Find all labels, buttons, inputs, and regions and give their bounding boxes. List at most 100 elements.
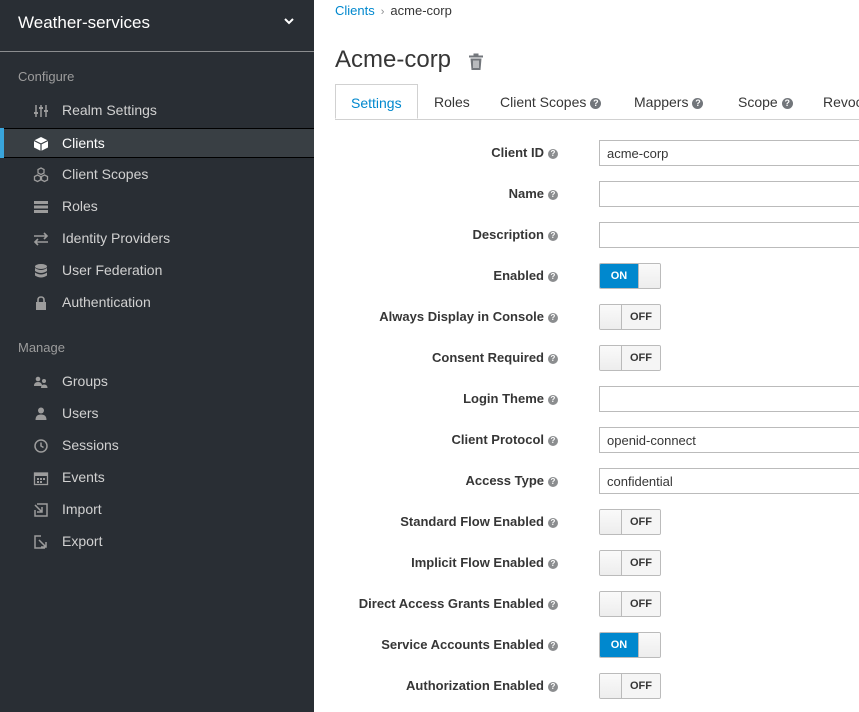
consent-required-toggle[interactable]: OFF (599, 345, 661, 371)
tab-scope[interactable]: Scope? (738, 84, 793, 119)
name-input[interactable] (599, 181, 859, 207)
sidebar-item-realm-settings[interactable]: Realm Settings (0, 96, 314, 126)
help-icon[interactable]: ? (548, 190, 558, 200)
authorization-toggle[interactable]: OFF (599, 673, 661, 699)
sidebar-item-label: Identity Providers (62, 230, 171, 246)
help-icon[interactable]: ? (548, 641, 558, 651)
client-id-input[interactable] (599, 140, 859, 166)
breadcrumb: Clients › acme-corp (335, 3, 452, 18)
tab-settings[interactable]: Settings (335, 84, 418, 119)
tab-revocation[interactable]: Revocation (823, 84, 859, 119)
realm-name: Weather-services (18, 13, 150, 32)
enabled-toggle[interactable]: ON (599, 263, 661, 289)
tab-label: Revocation (823, 94, 859, 110)
sidebar: Weather-services Configure Realm Setting… (0, 0, 314, 712)
sidebar-item-groups[interactable]: Groups (0, 367, 314, 397)
clock-icon (34, 439, 48, 453)
toggle-state: OFF (622, 305, 660, 329)
sidebar-item-label: User Federation (62, 262, 163, 278)
toggle-state: OFF (622, 510, 660, 534)
help-icon[interactable]: ? (548, 231, 558, 241)
toggle-knob (600, 674, 622, 698)
sidebar-item-label: Users (62, 405, 99, 421)
section-label-manage: Manage (18, 340, 65, 355)
sidebar-item-label: Clients (62, 135, 105, 151)
implicit-flow-toggle[interactable]: OFF (599, 550, 661, 576)
help-icon[interactable]: ? (548, 600, 558, 610)
sidebar-item-user-federation[interactable]: User Federation (0, 256, 314, 286)
label-client-id: Client ID? (491, 145, 558, 160)
help-icon[interactable]: ? (692, 98, 704, 109)
tab-mappers[interactable]: Mappers? (634, 84, 704, 119)
users-icon (34, 376, 48, 388)
sidebar-item-export[interactable]: Export (0, 527, 314, 557)
direct-access-toggle[interactable]: OFF (599, 591, 661, 617)
tab-client-scopes[interactable]: Client Scopes? (500, 84, 602, 119)
sidebar-item-label: Client Scopes (62, 166, 149, 182)
sidebar-item-label: Authentication (62, 294, 151, 310)
sidebar-item-label: Import (62, 501, 102, 517)
sidebar-item-users[interactable]: Users (0, 399, 314, 429)
tab-label: Settings (351, 95, 402, 111)
help-icon[interactable]: ? (548, 682, 558, 692)
tab-label: Mappers (634, 94, 689, 110)
sidebar-item-roles[interactable]: Roles (0, 192, 314, 222)
toggle-knob (600, 346, 622, 370)
sidebar-item-sessions[interactable]: Sessions (0, 431, 314, 461)
sidebar-item-events[interactable]: Events (0, 463, 314, 493)
help-icon[interactable]: ? (781, 98, 793, 109)
help-icon[interactable]: ? (548, 436, 558, 446)
import-icon (34, 503, 48, 517)
calendar-icon (33, 472, 49, 486)
help-icon[interactable]: ? (548, 313, 558, 323)
label-client-protocol: Client Protocol? (452, 432, 558, 447)
label-name: Name? (509, 186, 558, 201)
label-implicit-flow: Implicit Flow Enabled? (411, 555, 558, 570)
always-display-toggle[interactable]: OFF (599, 304, 661, 330)
help-icon[interactable]: ? (590, 98, 602, 109)
label-direct-access: Direct Access Grants Enabled? (359, 596, 558, 611)
sidebar-item-label: Events (62, 469, 105, 485)
client-protocol-select[interactable] (599, 427, 859, 453)
help-icon[interactable]: ? (548, 395, 558, 405)
help-icon[interactable]: ? (548, 149, 558, 159)
access-type-select[interactable] (599, 468, 859, 494)
label-enabled: Enabled? (493, 268, 558, 283)
sidebar-item-client-scopes[interactable]: Client Scopes (0, 160, 314, 190)
section-label-configure: Configure (18, 69, 75, 84)
sidebar-item-authentication[interactable]: Authentication (0, 288, 314, 318)
toggle-state: OFF (622, 592, 660, 616)
label-standard-flow: Standard Flow Enabled? (400, 514, 558, 529)
help-icon[interactable]: ? (548, 559, 558, 569)
toggle-state: OFF (622, 551, 660, 575)
label-always-display: Always Display in Console? (379, 309, 558, 324)
database-icon (35, 264, 47, 278)
help-icon[interactable]: ? (548, 272, 558, 282)
sidebar-item-clients[interactable]: Clients (0, 128, 314, 158)
cube-icon (33, 137, 49, 151)
chevron-down-icon (284, 18, 294, 25)
description-input[interactable] (599, 222, 859, 248)
label-service-accounts: Service Accounts Enabled? (381, 637, 558, 652)
sidebar-item-identity-providers[interactable]: Identity Providers (0, 224, 314, 254)
standard-flow-toggle[interactable]: OFF (599, 509, 661, 535)
breadcrumb-link-clients[interactable]: Clients (335, 3, 375, 18)
trash-icon[interactable] (468, 53, 484, 71)
sidebar-item-import[interactable]: Import (0, 495, 314, 525)
tab-label: Client Scopes (500, 94, 587, 110)
list-icon (34, 201, 48, 213)
toggle-state: ON (600, 264, 638, 288)
sliders-icon (34, 105, 48, 117)
help-icon[interactable]: ? (548, 518, 558, 528)
breadcrumb-current: acme-corp (390, 3, 452, 18)
toggle-knob (638, 633, 660, 657)
help-icon[interactable]: ? (548, 477, 558, 487)
toggle-knob (600, 305, 622, 329)
service-accounts-toggle[interactable]: ON (599, 632, 661, 658)
login-theme-select[interactable] (599, 386, 859, 412)
tab-roles[interactable]: Roles (434, 84, 470, 119)
cubes-icon (33, 167, 49, 183)
label-authorization: Authorization Enabled? (406, 678, 558, 693)
realm-selector[interactable]: Weather-services (0, 0, 314, 52)
help-icon[interactable]: ? (548, 354, 558, 364)
